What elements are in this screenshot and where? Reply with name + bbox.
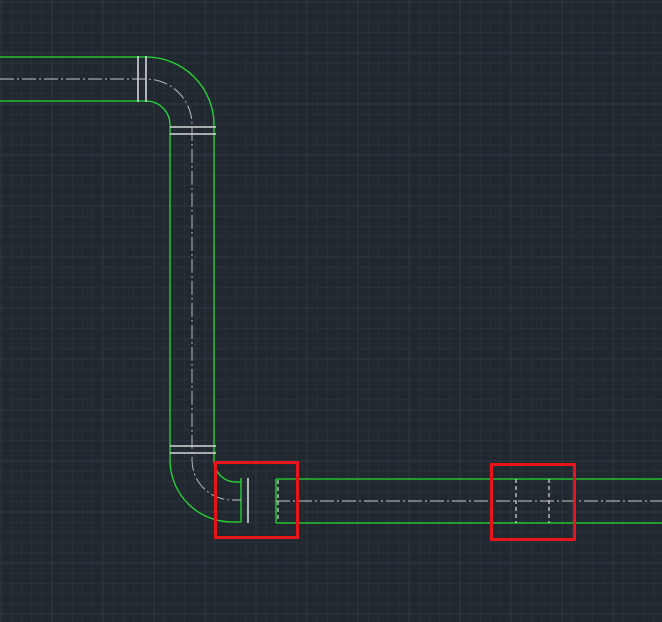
drawing-canvas[interactable] — [0, 0, 662, 622]
model-space-svg[interactable] — [0, 0, 662, 622]
centerline-layer — [0, 78, 662, 502]
elbow-top-right[interactable] — [145, 56, 215, 135]
joint-layer — [137, 56, 550, 523]
grid-layer — [0, 0, 662, 622]
pipe-layer — [0, 56, 662, 524]
